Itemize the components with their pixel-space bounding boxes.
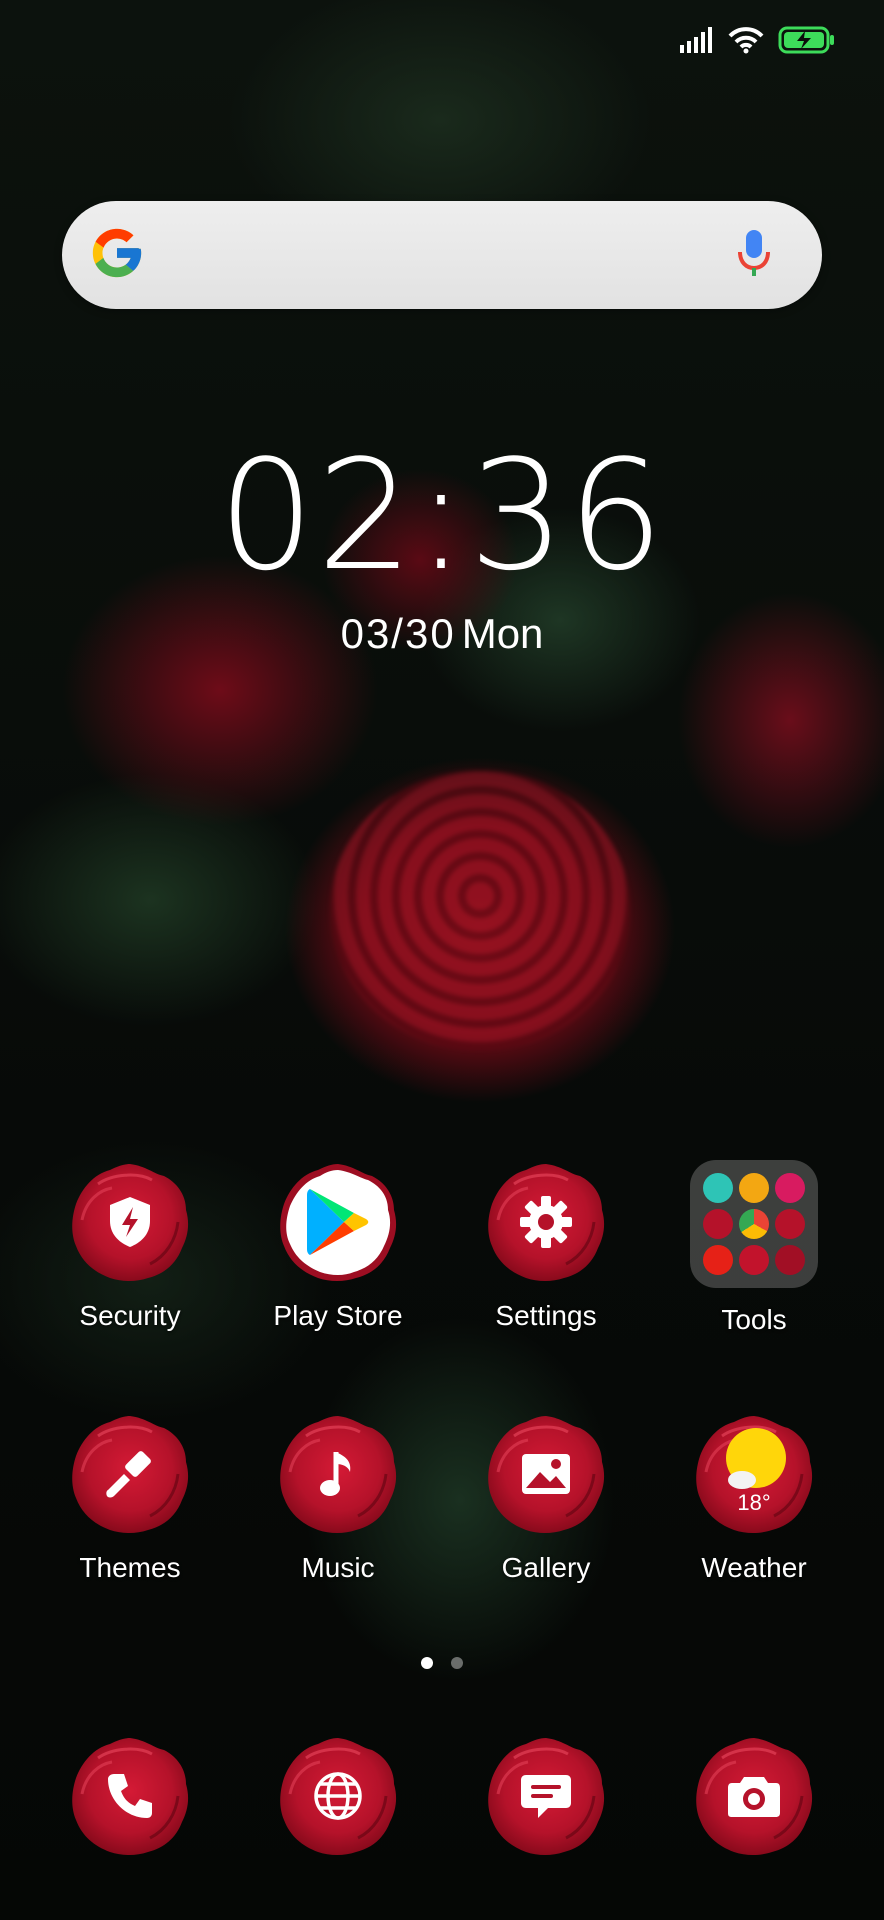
app-weather[interactable]: 18° Weather: [654, 1412, 854, 1584]
themes-app-icon: [68, 1412, 192, 1536]
weather-app-icon: 18°: [692, 1412, 816, 1536]
image-icon: [484, 1412, 608, 1536]
app-label: Themes: [79, 1552, 181, 1583]
play-store-app-icon: [276, 1160, 400, 1284]
weather-temperature: 18°: [737, 1490, 771, 1515]
dock-phone[interactable]: [30, 1734, 230, 1858]
page-indicator: [0, 1657, 884, 1669]
browser-app-icon: [276, 1734, 400, 1858]
app-label: Weather: [701, 1552, 807, 1583]
folder-tools[interactable]: Tools: [654, 1160, 854, 1336]
signal-icon: [680, 26, 714, 58]
app-play-store[interactable]: Play Store: [238, 1160, 438, 1332]
app-gallery[interactable]: Gallery: [446, 1412, 646, 1584]
play-store-icon: [276, 1160, 400, 1284]
app-themes[interactable]: Themes: [30, 1412, 230, 1584]
app-label: Security: [79, 1300, 181, 1331]
dock-camera[interactable]: [654, 1734, 854, 1858]
mini-app-icon: [703, 1209, 733, 1239]
music-note-icon: [276, 1412, 400, 1536]
mini-app-icon: [739, 1245, 769, 1275]
settings-app-icon: [484, 1160, 608, 1284]
globe-icon: [276, 1734, 400, 1858]
app-security[interactable]: Security: [30, 1160, 230, 1332]
page-dot-active[interactable]: [421, 1657, 433, 1669]
clock-date: 03/30: [340, 610, 456, 657]
phone-icon: [68, 1734, 192, 1858]
app-settings[interactable]: Settings: [446, 1160, 646, 1332]
shield-bolt-icon: [68, 1160, 192, 1284]
message-icon: [484, 1734, 608, 1858]
security-app-icon: [68, 1160, 192, 1284]
clock-time: 02:36: [217, 427, 667, 604]
mini-app-icon: [703, 1173, 733, 1203]
app-label: Settings: [495, 1300, 597, 1331]
mini-app-icon: [739, 1173, 769, 1203]
music-app-icon: [276, 1412, 400, 1536]
status-bar: [680, 22, 836, 62]
wifi-icon: [728, 26, 764, 59]
dock-browser[interactable]: [238, 1734, 438, 1858]
app-label: Music: [301, 1552, 375, 1583]
battery-charging-icon: [778, 26, 836, 59]
page-dot[interactable]: [451, 1657, 463, 1669]
camera-icon: [692, 1734, 816, 1858]
gear-icon: [484, 1160, 608, 1284]
clock-weekday: Mon: [461, 610, 544, 657]
folder-icon: [690, 1160, 818, 1288]
app-label: Tools: [721, 1304, 787, 1335]
mini-gmail-icon: [775, 1209, 805, 1239]
mini-app-icon: [775, 1173, 805, 1203]
app-music[interactable]: Music: [238, 1412, 438, 1584]
camera-app-icon: [692, 1734, 816, 1858]
google-search-bar[interactable]: [62, 201, 822, 309]
paintbrush-icon: [68, 1412, 192, 1536]
google-g-icon: [88, 224, 146, 287]
app-label: Gallery: [501, 1552, 591, 1583]
app-label: Play Store: [273, 1300, 403, 1331]
wallpaper-rose: [330, 770, 630, 1050]
clock-date-line: 03/30 Mon: [0, 610, 884, 658]
mini-youtube-icon: [703, 1245, 733, 1275]
microphone-icon[interactable]: [736, 228, 772, 283]
phone-app-icon: [68, 1734, 192, 1858]
clock-widget[interactable]: 02:36 03/30 Mon: [0, 440, 884, 658]
mini-chrome-icon: [739, 1209, 769, 1239]
gallery-app-icon: [484, 1412, 608, 1536]
mini-app-icon: [775, 1245, 805, 1275]
messages-app-icon: [484, 1734, 608, 1858]
dock-messages[interactable]: [446, 1734, 646, 1858]
weather-sun-icon: [692, 1412, 816, 1536]
